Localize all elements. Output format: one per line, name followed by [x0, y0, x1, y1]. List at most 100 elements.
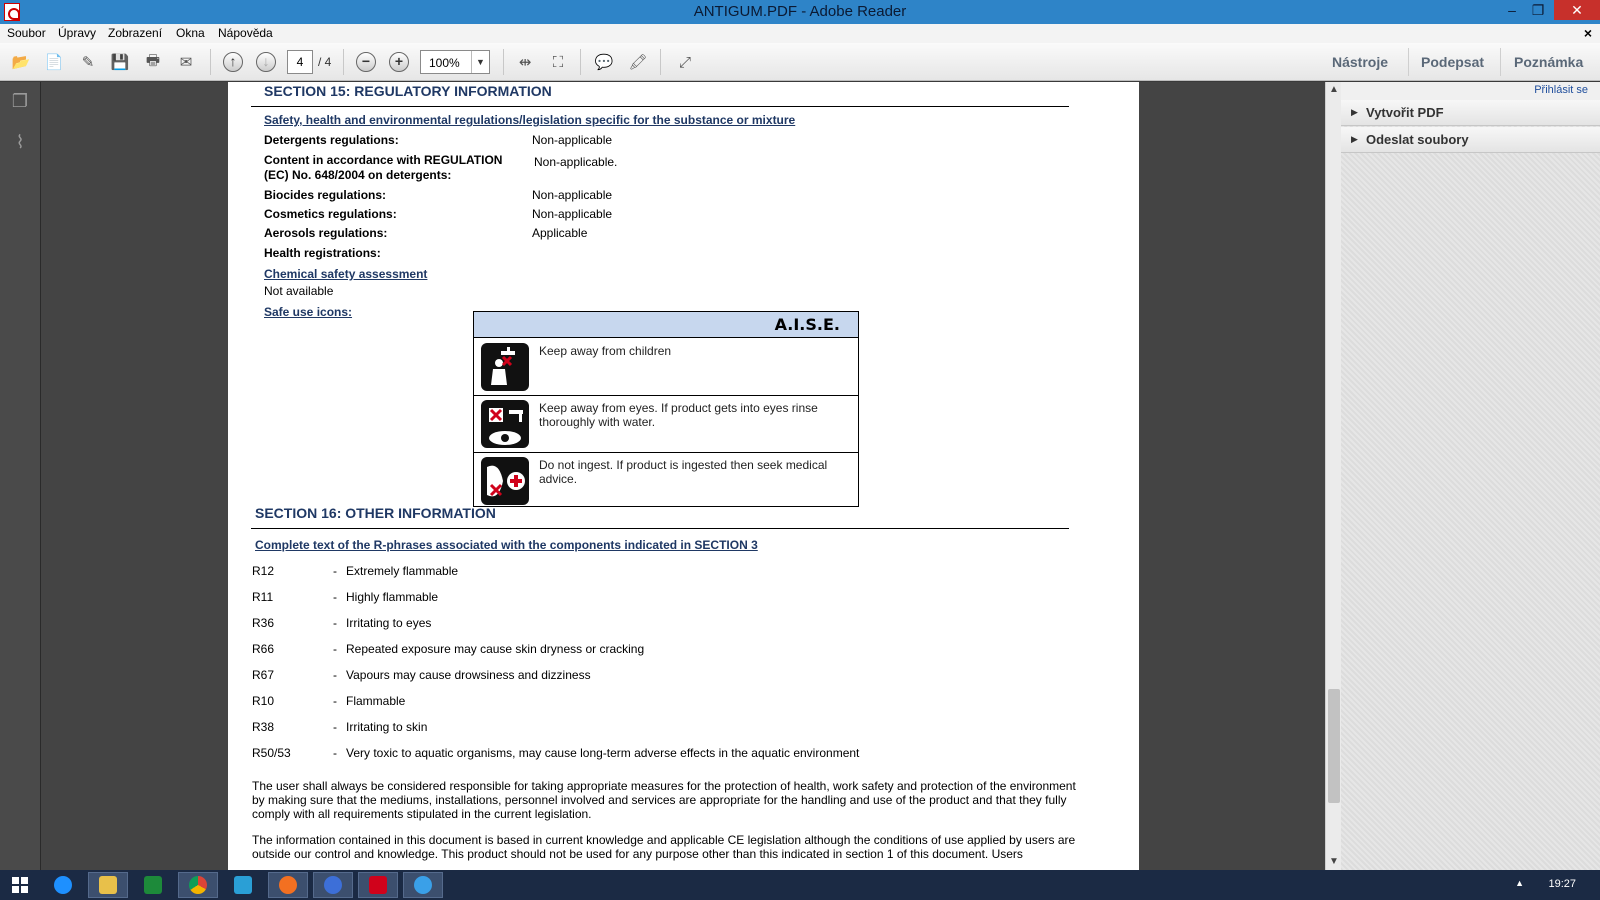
edit-icon[interactable]: ✎: [76, 51, 100, 73]
taskbar: ▲ 19:27: [0, 870, 1600, 900]
responsibility-paragraph: The user shall always be considered resp…: [252, 779, 1076, 821]
zoom-in-icon[interactable]: +: [387, 51, 411, 73]
menu-napoveda[interactable]: Nápověda: [218, 26, 273, 40]
fullscreen-icon[interactable]: ⤢: [673, 51, 697, 73]
r-phrase-dash: -: [333, 668, 337, 682]
fit-width-icon[interactable]: ⇹: [513, 51, 537, 73]
network-app-icon[interactable]: [313, 872, 353, 898]
menu-okna[interactable]: Okna: [176, 26, 205, 40]
expand-triangle-icon: ▶: [1351, 134, 1358, 144]
create-pdf-icon[interactable]: 📄: [42, 51, 66, 73]
zoom-out-icon[interactable]: −: [354, 51, 378, 73]
attachments-icon[interactable]: ⌇: [10, 132, 30, 154]
fit-page-icon[interactable]: ⛶: [546, 51, 570, 73]
section16-title: SECTION 16: OTHER INFORMATION: [255, 505, 496, 521]
close-document-button[interactable]: ×: [1584, 25, 1592, 41]
aise-row-text: Keep away from eyes. If product gets int…: [539, 401, 818, 429]
expand-triangle-icon: ▶: [1351, 107, 1358, 117]
page-number-input[interactable]: 4: [287, 50, 313, 74]
excel-icon[interactable]: [133, 872, 173, 898]
open-file-icon[interactable]: 📂: [9, 51, 33, 73]
remote-app-icon[interactable]: [403, 872, 443, 898]
file-explorer-icon[interactable]: [88, 872, 128, 898]
pdf-page: SECTION 15: REGULATORY INFORMATION Safet…: [228, 82, 1139, 870]
menu-soubor[interactable]: Soubor: [7, 26, 46, 40]
show-hidden-icons-icon[interactable]: ▲: [1515, 878, 1524, 888]
toolbar-separator: [660, 49, 661, 75]
save-icon[interactable]: 💾: [108, 51, 132, 73]
r-phrase-code: R66: [252, 642, 275, 656]
signin-bar: Přihlásit se: [1341, 82, 1600, 100]
r-phrase-dash: -: [333, 590, 337, 604]
scroll-thumb[interactable]: [1328, 689, 1340, 803]
page-total: / 4: [318, 55, 332, 69]
aise-row: Keep away from eyes. If product gets int…: [474, 396, 858, 453]
title-bar: ANTIGUM.PDF - Adobe Reader – ❐ ✕: [0, 0, 1600, 24]
email-app-icon[interactable]: [223, 872, 263, 898]
regulation-label: Aerosols regulations:: [264, 226, 388, 240]
menu-zobrazeni[interactable]: Zobrazení: [108, 26, 162, 40]
regulation-value: Non-applicable: [532, 207, 613, 221]
r-phrase-code: R50/53: [252, 746, 291, 760]
r-phrase-text: Irritating to eyes: [346, 616, 432, 630]
scroll-up-icon[interactable]: ▲: [1326, 82, 1342, 98]
chrome-icon[interactable]: [178, 872, 218, 898]
toolbar-separator: [503, 49, 504, 75]
chemical-safety-heading: Chemical safety assessment: [264, 267, 428, 281]
pages-thumbnails-icon[interactable]: ❐: [10, 91, 30, 113]
r-phrase-text: Highly flammable: [346, 590, 439, 604]
tab-nastroje[interactable]: Nástroje: [1332, 54, 1388, 70]
regulation-value: Applicable: [532, 226, 588, 240]
create-pdf-panel[interactable]: ▶ Vytvořit PDF: [1341, 100, 1600, 126]
section15-subheading: Safety, health and environmental regulat…: [264, 113, 796, 127]
next-page-icon[interactable]: ↓: [254, 51, 278, 73]
toolbar: 📂 📄 ✎ 💾 🖶 ✉ ↑ ↓ 4 / 4 − + 100% ▼ ⇹ ⛶ 💬 🖍…: [0, 43, 1600, 81]
scroll-down-icon[interactable]: ▼: [1326, 854, 1342, 870]
information-paragraph: The information contained in this docume…: [252, 833, 1076, 861]
adobe-reader-icon[interactable]: [358, 872, 398, 898]
r-phrase-text: Irritating to skin: [346, 720, 428, 734]
create-pdf-label: Vytvořit PDF: [1366, 105, 1444, 120]
document-area: SECTION 15: REGULATORY INFORMATION Safet…: [41, 82, 1325, 870]
avast-icon[interactable]: [268, 872, 308, 898]
r-phrase-text: Flammable: [346, 694, 406, 708]
send-files-panel[interactable]: ▶ Odeslat soubory: [1341, 127, 1600, 153]
section-rule: [251, 528, 1069, 529]
r-phrase-code: R12: [252, 564, 275, 578]
email-icon[interactable]: ✉: [174, 51, 198, 73]
safe-use-heading: Safe use icons:: [264, 305, 353, 319]
r-phrase-dash: -: [333, 616, 337, 630]
aise-row: Do not ingest. If product is ingested th…: [474, 453, 858, 510]
toolbar-separator: [580, 49, 581, 75]
section-rule: [251, 106, 1069, 107]
regulation-label: Content in accordance with REGULATION (E…: [264, 153, 503, 182]
previous-page-icon[interactable]: ↑: [221, 51, 245, 73]
internet-explorer-icon[interactable]: [43, 872, 83, 898]
vertical-scrollbar[interactable]: ▲ ▼: [1325, 82, 1341, 870]
highlight-icon[interactable]: 🖍: [626, 51, 650, 73]
menu-upravy[interactable]: Úpravy: [58, 26, 96, 40]
print-icon[interactable]: 🖶: [141, 51, 165, 73]
tab-separator: [1408, 48, 1409, 76]
close-button[interactable]: ✕: [1554, 0, 1600, 20]
r-phrase-text: Vapours may cause drowsiness and dizzine…: [346, 668, 591, 682]
regulation-label: Detergents regulations:: [264, 133, 399, 147]
zoom-select[interactable]: 100% ▼: [420, 50, 490, 74]
chevron-down-icon[interactable]: ▼: [471, 51, 489, 73]
maximize-button[interactable]: ❐: [1526, 0, 1550, 20]
start-icon[interactable]: [0, 872, 40, 898]
r-phrase-dash: -: [333, 564, 337, 578]
comment-icon[interactable]: 💬: [592, 51, 616, 73]
navigation-pane: ❐ ⌇: [0, 82, 41, 870]
r-phrase-text: Extremely flammable: [346, 564, 459, 578]
tab-poznamka[interactable]: Poznámka: [1514, 54, 1583, 70]
r-phrase-code: R10: [252, 694, 275, 708]
regulation-label: Cosmetics regulations:: [264, 207, 397, 221]
send-files-label: Odeslat soubory: [1366, 132, 1469, 147]
signin-link[interactable]: Přihlásit se: [1534, 84, 1588, 96]
r-phrase-code: R11: [252, 590, 274, 604]
r-phrase-dash: -: [333, 642, 337, 656]
zoom-value: 100%: [429, 56, 460, 70]
tab-podepsat[interactable]: Podepsat: [1421, 54, 1484, 70]
minimize-button[interactable]: –: [1500, 0, 1524, 20]
